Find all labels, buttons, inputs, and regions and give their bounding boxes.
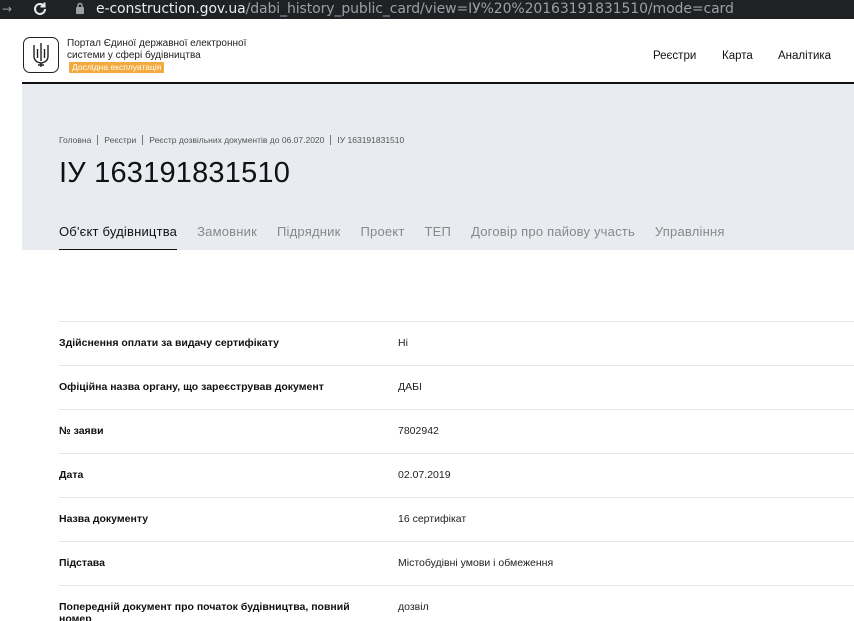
row-value: 7802942 [398, 425, 439, 437]
table-row: Дата 02.07.2019 [59, 453, 854, 497]
tab-equity-agreement[interactable]: Договір про пайову участь [471, 224, 635, 250]
row-label: Підстава [59, 557, 105, 569]
url-domain: e-construction.gov.ua [96, 1, 246, 17]
browser-address-bar: → e-construction.gov.ua/dabi_history_pub… [0, 0, 854, 19]
table-row: Офіційна назва органу, що зареєстрував д… [59, 365, 854, 409]
row-value: дозвіл [398, 601, 429, 613]
nav-map[interactable]: Карта [722, 49, 753, 63]
tab-bar: Об'єкт будівництва Замовник Підрядник Пр… [59, 224, 745, 250]
breadcrumb-permit-registry[interactable]: Реєстр дозвільних документів до 06.07.20… [149, 134, 324, 146]
breadcrumb-home[interactable]: Головна [59, 134, 91, 146]
url-field[interactable]: e-construction.gov.ua/dabi_history_publi… [96, 1, 734, 17]
table-row: Попередній документ про початок будівниц… [59, 585, 854, 621]
breadcrumb: Головна Реєстри Реєстр дозвільних докуме… [59, 134, 404, 146]
portal-title-text: Портал Єдиної державної електронної сист… [67, 38, 247, 61]
breadcrumb-registries[interactable]: Реєстри [104, 134, 136, 146]
nav-registries[interactable]: Реєстри [653, 49, 696, 63]
row-label: Здійснення оплати за видачу сертифікату [59, 337, 279, 349]
table-row: Здійснення оплати за видачу сертифікату … [59, 321, 854, 365]
details-table: Здійснення оплати за видачу сертифікату … [59, 321, 854, 621]
trial-badge: Дослідна експлуатація [69, 62, 165, 73]
breadcrumb-separator [97, 135, 99, 145]
tab-project[interactable]: Проект [360, 224, 404, 250]
tab-customer[interactable]: Замовник [197, 224, 257, 250]
tab-construction-object[interactable]: Об'єкт будівництва [59, 224, 178, 250]
lock-icon[interactable] [75, 2, 85, 15]
row-label: Офіційна назва органу, що зареєстрував д… [59, 381, 324, 393]
row-value: 16 сертифікат [398, 513, 467, 525]
row-label: Дата [59, 469, 84, 481]
forward-arrow-icon[interactable]: → [2, 1, 16, 17]
row-value: ДАБІ [398, 381, 422, 393]
row-label: Назва документу [59, 513, 149, 525]
breadcrumb-current: ІУ 163191831510 [337, 135, 405, 145]
row-value: Містобудівні умови і обмеження [398, 557, 554, 569]
row-value: 02.07.2019 [398, 469, 451, 481]
table-row: № заяви 7802942 [59, 409, 854, 453]
table-row: Назва документу 16 сертифікат [59, 497, 854, 541]
row-label: Попередній документ про початок будівниц… [59, 601, 350, 621]
row-label: № заяви [59, 425, 104, 437]
tab-tep[interactable]: ТЕП [425, 224, 452, 250]
breadcrumb-separator [330, 135, 332, 145]
nav-analytics[interactable]: Аналітика [778, 49, 831, 63]
breadcrumb-separator [142, 135, 144, 145]
table-row: Підстава Містобудівні умови і обмеження [59, 541, 854, 585]
url-path: /dabi_history_public_card/view=ІУ%20%201… [245, 1, 734, 17]
row-value: Ні [398, 337, 408, 349]
reload-icon[interactable] [31, 0, 49, 18]
tab-contractor[interactable]: Підрядник [277, 224, 340, 250]
tab-management[interactable]: Управління [655, 224, 725, 250]
page-title: ІУ 163191831510 [59, 157, 291, 189]
portal-title[interactable]: Портал Єдиної державної електронної сист… [67, 38, 267, 74]
trident-logo-icon[interactable] [23, 37, 59, 73]
